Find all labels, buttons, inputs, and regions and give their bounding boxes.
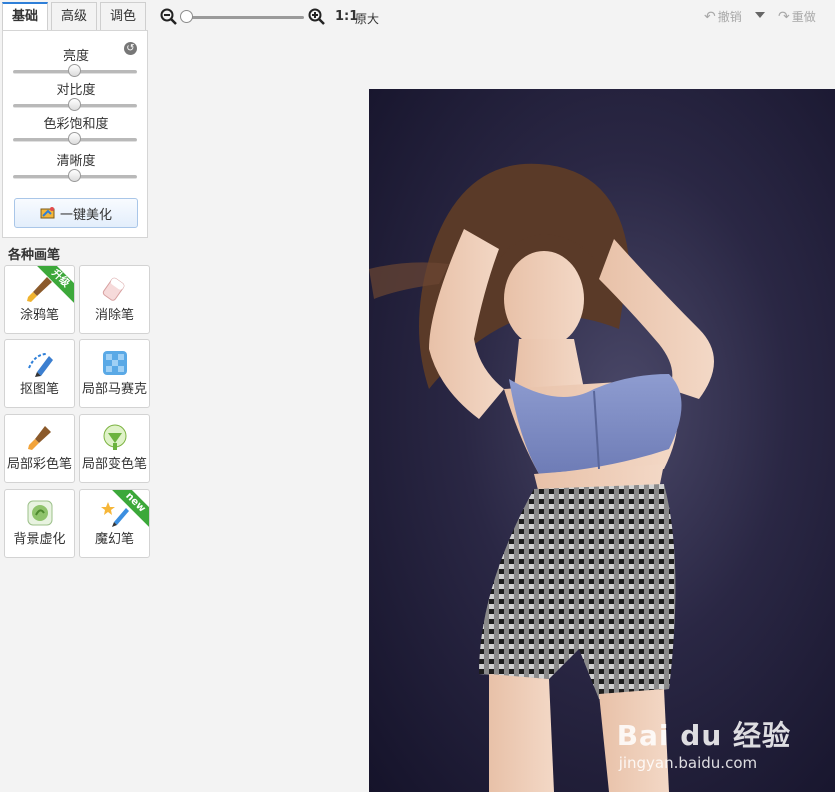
beautify-icon: [40, 207, 55, 219]
brightness-slider-group: 亮度: [3, 48, 149, 77]
brush-label: 魔幻笔: [94, 532, 134, 547]
undo-button[interactable]: ↶ 撤销: [704, 8, 742, 25]
brush-cutout[interactable]: 抠图笔: [4, 339, 75, 408]
basic-adjust-panel: ↺ 亮度 对比度 色彩饱和度 清晰度 一键美化: [2, 30, 148, 238]
tab-basic[interactable]: 基础: [2, 2, 48, 30]
photo-subject: [369, 163, 714, 792]
color-brush-icon: [28, 426, 51, 450]
brush-label: 涂鸦笔: [19, 308, 59, 323]
contrast-slider-thumb[interactable]: [68, 98, 81, 111]
tab-color[interactable]: 调色: [100, 2, 146, 30]
contrast-slider-group: 对比度: [3, 82, 149, 111]
brush-label: 背景虚化: [13, 532, 66, 547]
redo-label: 重做: [791, 10, 816, 24]
undo-icon: ↶: [704, 8, 716, 25]
brush-background-blur[interactable]: 背景虚化: [4, 489, 75, 558]
zoom-slider-thumb[interactable]: [180, 10, 193, 23]
zoom-out-icon[interactable]: [160, 8, 178, 26]
redo-button[interactable]: ↷ 重做: [778, 8, 816, 25]
brush-mosaic[interactable]: 局部马赛克: [79, 339, 150, 408]
sharpness-slider[interactable]: [13, 169, 137, 182]
zoom-in-icon[interactable]: [308, 8, 326, 26]
brush-label: 局部彩色笔: [6, 457, 72, 472]
sharpness-slider-group: 清晰度: [3, 153, 149, 182]
brush-local-recolor[interactable]: 局部变色笔: [79, 414, 150, 483]
watermark-url: jingyan.baidu.com: [618, 754, 758, 772]
eraser-icon: [102, 277, 125, 301]
saturation-slider-thumb[interactable]: [68, 132, 81, 145]
undo-label: 撤销: [717, 10, 742, 24]
brush-label: 抠图笔: [19, 382, 59, 397]
cutout-pen-icon: [28, 353, 53, 377]
mosaic-icon: [103, 351, 127, 375]
adjust-tabs: 基础 高级 调色: [2, 2, 149, 30]
brush-eraser[interactable]: 消除笔: [79, 265, 150, 334]
saturation-slider-group: 色彩饱和度: [3, 116, 149, 145]
background-blur-icon: [27, 500, 53, 526]
brush-label: 局部马赛克: [81, 382, 147, 397]
baidu-jingyan-watermark: Bai du 经验 jingyan.baidu.com: [617, 714, 791, 772]
brightness-slider[interactable]: [13, 64, 137, 77]
photo-canvas[interactable]: Bai du 经验 jingyan.baidu.com: [369, 89, 835, 792]
color-change-icon: [103, 424, 127, 450]
original-size-button[interactable]: 原大: [355, 10, 379, 27]
zoom-slider[interactable]: [180, 10, 304, 23]
brush-magic[interactable]: new 魔幻笔: [79, 489, 150, 558]
one-click-beautify-button[interactable]: 一键美化: [14, 198, 138, 228]
watermark-brand: Bai du 经验: [616, 719, 791, 752]
beautify-label: 一键美化: [59, 207, 112, 223]
saturation-slider[interactable]: [13, 132, 137, 145]
brush-label: 局部变色笔: [81, 457, 147, 472]
sharpness-slider-thumb[interactable]: [68, 169, 81, 182]
brush-doodle[interactable]: 升级 涂鸦笔: [4, 265, 75, 334]
brightness-slider-thumb[interactable]: [68, 64, 81, 77]
brush-label: 消除笔: [94, 308, 134, 323]
undo-history-dropdown-icon[interactable]: [755, 12, 765, 18]
contrast-slider[interactable]: [13, 98, 137, 111]
brush-local-color[interactable]: 局部彩色笔: [4, 414, 75, 483]
brushes-title: 各种画笔: [8, 248, 61, 263]
tab-advanced[interactable]: 高级: [51, 2, 97, 30]
redo-icon: ↷: [778, 8, 790, 25]
